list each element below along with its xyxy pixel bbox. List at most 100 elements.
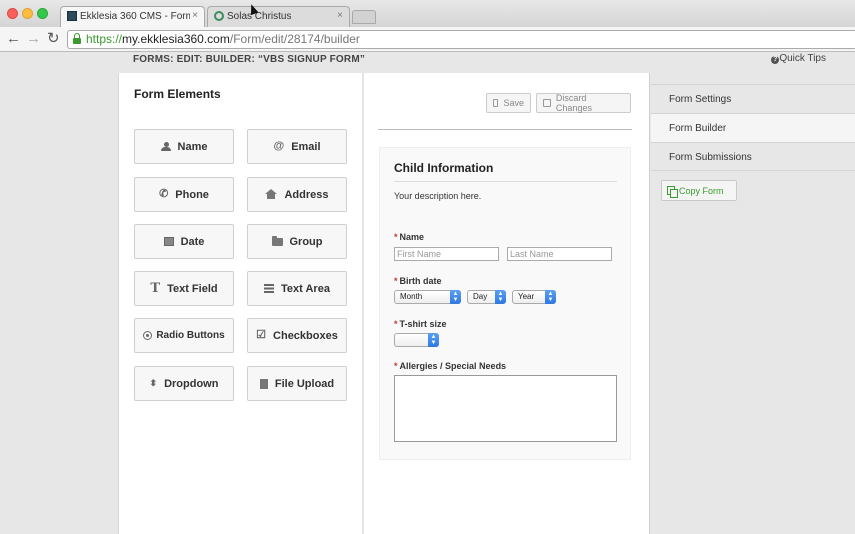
checkbox-icon: ☑ <box>256 329 267 341</box>
select-arrows-icon: ▲ ▼ <box>545 290 556 304</box>
element-label: Phone <box>175 188 209 201</box>
updown-icon: ⬍ <box>149 378 158 388</box>
element-label: Text Area <box>281 282 330 295</box>
loading-spinner-icon <box>214 11 224 21</box>
lock-icon <box>73 33 81 44</box>
forward-arrow-icon[interactable]: → <box>26 30 41 48</box>
element-label: Email <box>291 140 321 153</box>
element-radio-buttons-button[interactable]: Radio Buttons <box>134 318 234 353</box>
divider <box>394 181 617 182</box>
copy-form-button[interactable]: Copy Form <box>661 180 737 201</box>
allergies-textarea[interactable] <box>394 375 617 442</box>
element-file-upload-button[interactable]: File Upload <box>247 366 347 401</box>
select-value: Year <box>518 292 535 301</box>
name-field-label: * Name <box>394 232 424 242</box>
element-label: File Upload <box>274 377 335 390</box>
select-value: Month <box>400 292 423 301</box>
copy-form-label: Copy Form <box>679 185 724 196</box>
required-marker: * <box>394 319 398 329</box>
radio-icon <box>143 331 153 340</box>
save-button[interactable]: Save <box>486 93 531 113</box>
first-name-input[interactable]: First Name <box>394 247 499 261</box>
browser-toolbar: ← → ↻ https://my.ekklesia360.com/Form/ed… <box>0 27 855 52</box>
back-arrow-icon[interactable]: ← <box>6 30 21 48</box>
reload-icon[interactable]: ↻ <box>47 30 60 48</box>
tshirt-size-select[interactable]: ▲ ▼ <box>394 333 439 347</box>
element-label: Address <box>284 188 329 201</box>
browser-tab-strip: Ekklesia 360 CMS - Forms × Solas Christu… <box>0 0 855 27</box>
element-label: Group <box>289 235 323 248</box>
divider <box>378 129 632 130</box>
element-label: Name <box>177 140 208 153</box>
element-text-field-button[interactable]: T Text Field <box>134 271 234 306</box>
label-text: T-shirt size <box>399 319 447 329</box>
form-description: Your description here. <box>394 191 482 201</box>
form-elements-title: Form Elements <box>134 87 221 101</box>
element-label: Date <box>180 235 205 248</box>
tab-ekklesia-forms[interactable]: Ekklesia 360 CMS - Forms × <box>60 6 205 27</box>
discard-changes-button[interactable]: Discard Changes <box>536 93 631 113</box>
element-text-area-button[interactable]: Text Area <box>247 271 347 306</box>
address-bar[interactable]: https://my.ekklesia360.com/Form/edit/281… <box>67 30 855 49</box>
element-email-button[interactable]: @ Email <box>247 129 347 164</box>
tshirt-size-field-label: * T-shirt size <box>394 319 447 329</box>
folder-icon <box>271 235 283 246</box>
element-label: Checkboxes <box>273 329 338 342</box>
copy-icon <box>667 186 678 198</box>
allergies-field-label: * Allergies / Special Needs <box>394 361 506 371</box>
url-scheme: https:// <box>86 32 123 46</box>
quick-tips-label: Quick Tips <box>779 53 826 64</box>
form-elements-panel: Form Elements Name @ Email ✆ Phone Address… <box>118 73 362 534</box>
label-text: Birth date <box>399 276 442 286</box>
day-select[interactable]: Day ▲ ▼ <box>467 290 506 304</box>
ekklesia-favicon-icon <box>67 11 77 21</box>
tab-title: Ekklesia 360 CMS - Forms <box>80 11 190 22</box>
close-window-button[interactable] <box>7 8 18 19</box>
select-arrows-icon: ▲ ▼ <box>428 333 439 347</box>
minimize-window-button[interactable] <box>22 8 33 19</box>
file-icon <box>259 378 268 389</box>
close-tab-icon[interactable]: × <box>192 10 198 21</box>
form-preview-card[interactable]: Child Information Your description here.… <box>379 147 631 460</box>
form-section-title: Child Information <box>394 161 494 175</box>
last-name-input[interactable]: Last Name <box>507 247 612 261</box>
element-phone-button[interactable]: ✆ Phone <box>134 177 234 212</box>
label-text: Allergies / Special Needs <box>399 361 507 371</box>
element-checkboxes-button[interactable]: ☑ Checkboxes <box>247 318 347 353</box>
url-host: my.ekklesia360.com <box>122 32 230 46</box>
calendar-icon <box>163 237 174 246</box>
person-icon <box>160 141 171 152</box>
element-label: Dropdown <box>164 377 219 390</box>
form-sidebar: Form Settings Form Builder Form Submissi… <box>651 73 855 534</box>
edit-icon <box>493 99 499 107</box>
house-icon <box>265 189 278 199</box>
element-group-button[interactable]: Group <box>247 224 347 259</box>
year-select[interactable]: Year ▲ ▼ <box>512 290 556 304</box>
element-label: Text Field <box>167 282 218 295</box>
sidebar-item-form-settings[interactable]: Form Settings <box>651 84 855 113</box>
required-marker: * <box>394 276 398 286</box>
breadcrumb: FORMS: EDIT: BUILDER: “VBS SIGNUP FORM” <box>133 54 366 65</box>
form-builder-panel: Save Discard Changes Child Information Y… <box>363 73 650 534</box>
select-value: Day <box>473 292 488 301</box>
element-name-button[interactable]: Name <box>134 129 234 164</box>
element-date-button[interactable]: Date <box>134 224 234 259</box>
element-address-button[interactable]: Address <box>247 177 347 212</box>
month-select[interactable]: Month ▲ ▼ <box>394 290 461 304</box>
sidebar-item-form-submissions[interactable]: Form Submissions <box>651 142 855 171</box>
text-t-icon: T <box>150 281 161 296</box>
sidebar-item-form-builder[interactable]: Form Builder <box>651 113 855 142</box>
save-label: Save <box>503 98 524 108</box>
element-dropdown-button[interactable]: ⬍ Dropdown <box>134 366 234 401</box>
zoom-window-button[interactable] <box>37 8 48 19</box>
quick-tips-link[interactable]: ? Quick Tips <box>771 53 826 64</box>
tab-solas-christus[interactable]: Solas Christus × <box>207 6 350 27</box>
new-tab-button[interactable] <box>352 10 376 24</box>
select-arrows-icon: ▲ ▼ <box>495 290 506 304</box>
element-label: Radio Buttons <box>156 330 225 341</box>
birth-date-field-label: * Birth date <box>394 276 442 286</box>
phone-icon: ✆ <box>159 188 169 200</box>
url-path: /Form/edit/28174/builder <box>229 32 360 46</box>
close-tab-icon[interactable]: × <box>337 10 343 21</box>
page: FORMS: EDIT: BUILDER: “VBS SIGNUP FORM” … <box>0 53 855 534</box>
